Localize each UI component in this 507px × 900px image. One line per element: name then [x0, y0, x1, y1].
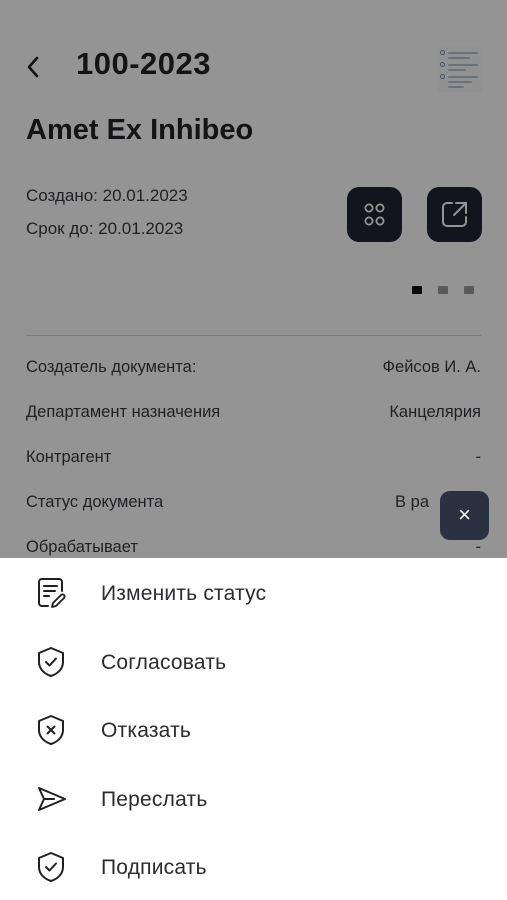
menu-item-reject[interactable]: Отказать: [0, 699, 507, 761]
menu-item-label: Отказать: [101, 719, 192, 742]
shield-cross-icon: [38, 715, 64, 745]
menu-item-sign[interactable]: Подписать: [0, 836, 507, 898]
send-icon: [38, 787, 66, 811]
shield-check-icon: [38, 852, 64, 882]
document-screen: 100-2023 Amet Ex Inhibeo Создано: 20.01.…: [0, 0, 507, 900]
menu-item-label: Изменить статус: [101, 582, 267, 605]
close-button[interactable]: ×: [440, 491, 489, 540]
menu-item-approve[interactable]: Согласовать: [0, 631, 507, 693]
menu-item-label: Согласовать: [101, 651, 227, 674]
edit-document-icon: [38, 578, 66, 608]
menu-item-label: Переслать: [101, 788, 208, 811]
action-sheet: Изменить статус Согласовать Отказать Пер…: [0, 558, 507, 900]
menu-item-forward[interactable]: Переслать: [0, 768, 507, 830]
menu-item-label: Подписать: [101, 856, 207, 879]
modal-overlay[interactable]: [0, 0, 507, 558]
menu-item-change-status[interactable]: Изменить статус: [0, 562, 507, 624]
shield-check-icon: [38, 647, 64, 677]
